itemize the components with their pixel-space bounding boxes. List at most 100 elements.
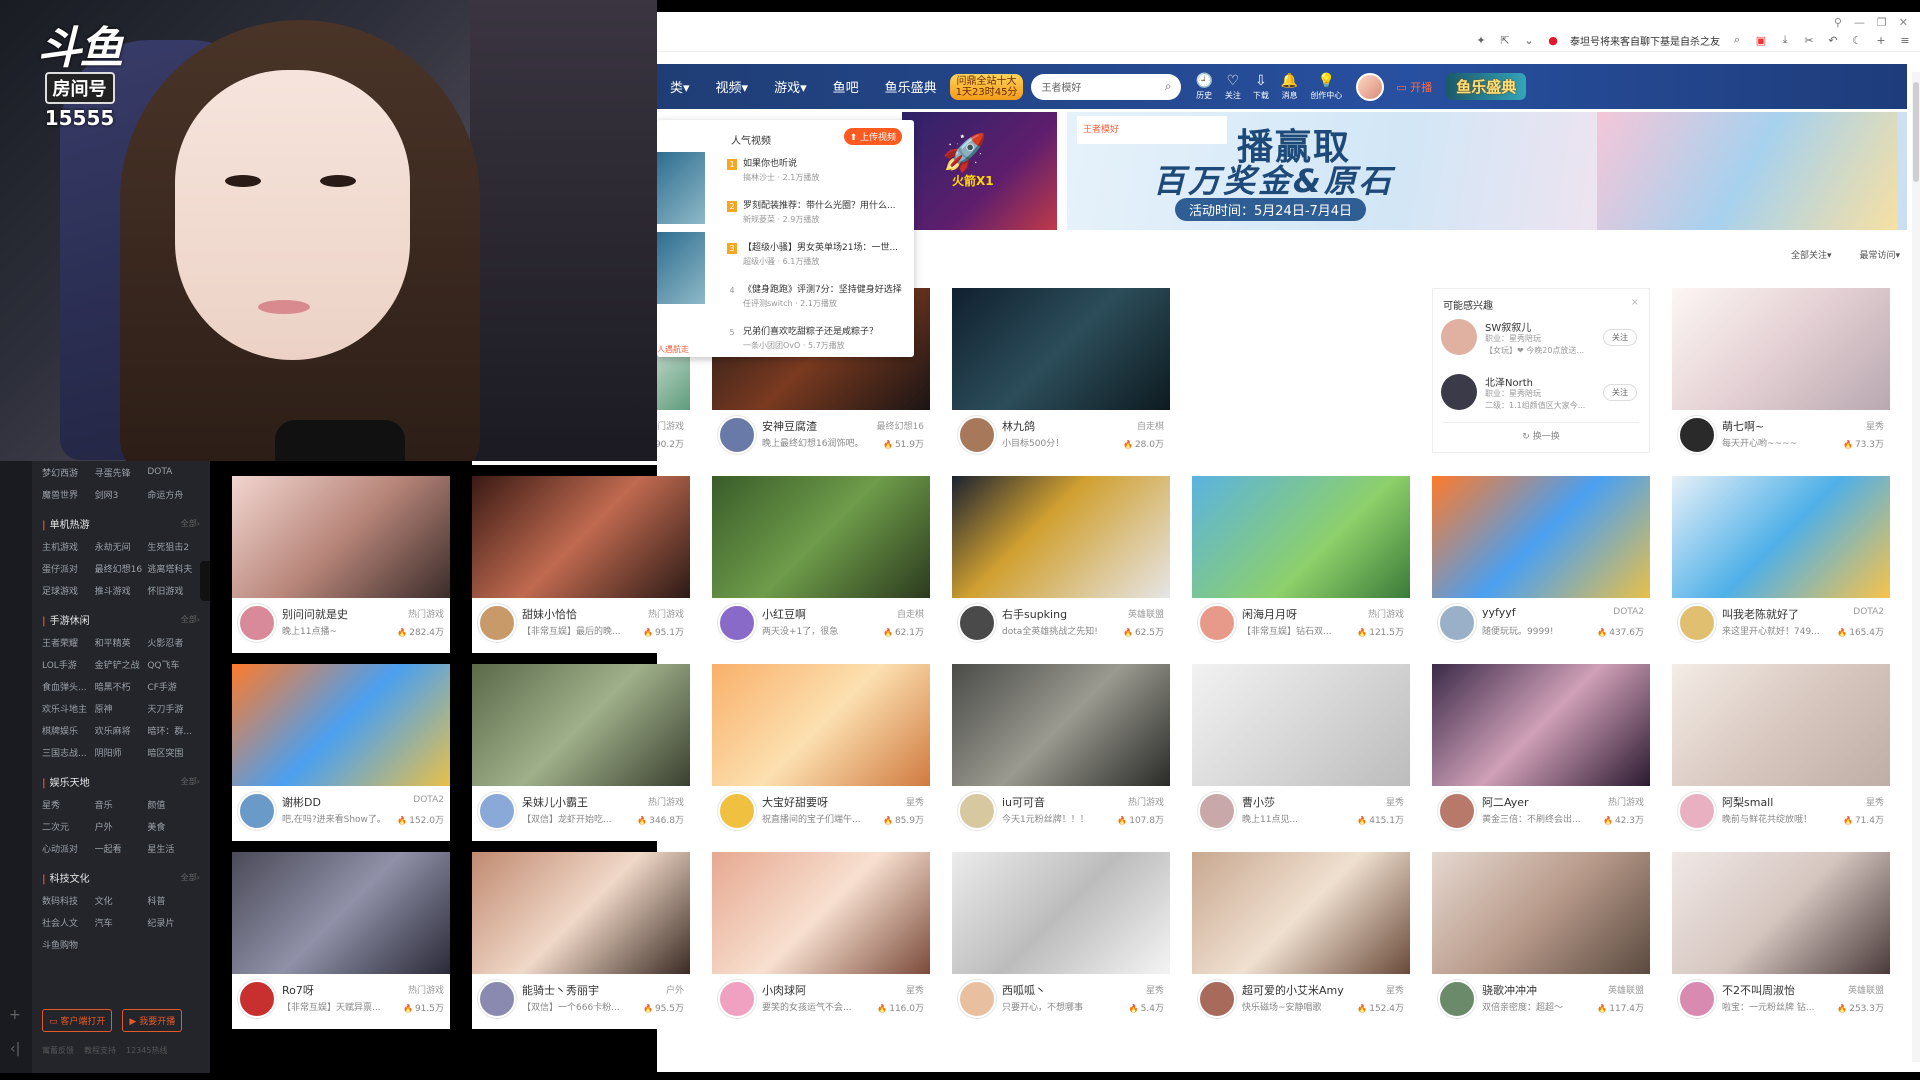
- streamer-avatar[interactable]: [1198, 980, 1236, 1018]
- sidebar-item[interactable]: 科普: [147, 894, 200, 907]
- follow-button[interactable]: 关注: [1603, 384, 1637, 401]
- sidebar-item[interactable]: CF手游: [147, 680, 200, 693]
- stream-category[interactable]: 热门游戏: [1368, 607, 1404, 620]
- search-icon[interactable]: ⌕: [1165, 79, 1172, 94]
- live-room-card[interactable]: 叫我老陈就好了 DOTA2 来这里开心就好！749... 165.4万: [1672, 476, 1890, 653]
- plus-icon[interactable]: +: [9, 1007, 21, 1023]
- user-avatar[interactable]: [1356, 72, 1385, 101]
- sidebar-item[interactable]: 命运方舟: [147, 488, 200, 501]
- sidebar-section-header[interactable]: | 单机热游 全部›: [32, 511, 210, 535]
- stream-thumbnail[interactable]: [472, 852, 690, 974]
- streamer-name[interactable]: 大宝好甜要呀: [762, 794, 828, 810]
- live-room-card[interactable]: Ro7呀 热门游戏【非常互娱】天赋异禀... 91.5万: [232, 852, 450, 1029]
- section-all-link[interactable]: 全部›: [181, 872, 200, 883]
- live-room-card[interactable]: 曹小莎 星秀晚上11点见... 415.1万: [1192, 664, 1410, 841]
- extension-red-icon[interactable]: ▣: [1754, 34, 1768, 47]
- sidebar-item[interactable]: 阴阳师: [95, 746, 148, 759]
- stream-thumbnail[interactable]: [1432, 476, 1650, 598]
- stream-thumbnail[interactable]: [232, 852, 450, 974]
- thumbnail[interactable]: [657, 152, 705, 224]
- streamer-name[interactable]: 别问问就是史: [282, 606, 348, 622]
- sidebar-item[interactable]: 斗鱼购物: [42, 938, 95, 951]
- sidebar-item[interactable]: LOL手游: [42, 658, 95, 671]
- stream-thumbnail[interactable]: [1192, 664, 1410, 786]
- nav-category[interactable]: 类▾: [657, 77, 703, 96]
- go-live-button[interactable]: ▭ 开播: [1396, 79, 1432, 95]
- sidebar-item[interactable]: 三国志战...: [42, 746, 95, 759]
- list-item[interactable]: 3 【超级小骚】男女英单场21场：一世... 超级小骚 · 6.1万播放: [727, 242, 907, 284]
- sidebar-item[interactable]: 星秀: [42, 798, 95, 811]
- live-room-card[interactable]: 能骑士丶秀丽宇 户外【双信】一个666卡粉... 95.5万: [472, 852, 690, 1029]
- recommend-avatar[interactable]: [1441, 319, 1477, 355]
- sidebar-item[interactable]: 心动派对: [42, 842, 95, 855]
- search-suggestion[interactable]: 王者模好: [1077, 116, 1227, 144]
- sidebar-item[interactable]: 暗区突围: [147, 746, 200, 759]
- streamer-name[interactable]: 小红豆啊: [762, 606, 806, 622]
- list-item[interactable]: 4 《健身跑跑》评测7分：坚持健身好选择 任评测switch · 2.1万播放: [727, 284, 907, 326]
- sidebar-item[interactable]: 火影忍者: [147, 636, 200, 649]
- streamer-name[interactable]: 能骑士丶秀丽宇: [522, 982, 599, 998]
- streamer-avatar[interactable]: [478, 604, 516, 642]
- thumbnail[interactable]: [657, 232, 705, 304]
- streamer-name[interactable]: 不2不叫周淑怡: [1722, 982, 1795, 998]
- scroll-thumb[interactable]: [1913, 82, 1919, 182]
- stream-category[interactable]: 热门游戏: [648, 607, 684, 620]
- streamer-avatar[interactable]: [718, 792, 756, 830]
- message-button[interactable]: 🔔 消息: [1281, 73, 1298, 101]
- streamer-avatar[interactable]: [1678, 604, 1716, 642]
- streamer-name[interactable]: 林九鸽: [1002, 418, 1035, 434]
- stream-category[interactable]: 热门游戏: [1608, 795, 1644, 808]
- sidebar-item[interactable]: 棋牌娱乐: [42, 724, 95, 737]
- live-room-card[interactable]: 大宝好甜要呀 星秀祝直播间的宝子们端午... 85.9万: [712, 664, 930, 841]
- stream-category[interactable]: DOTA2: [413, 795, 444, 805]
- stream-category[interactable]: 户外: [666, 983, 684, 996]
- sidebar-item[interactable]: 蛋仔派对: [42, 562, 95, 575]
- promo-game-card[interactable]: 🚀 火箭X1: [902, 112, 1057, 230]
- stream-thumbnail[interactable]: [1432, 664, 1650, 786]
- sidebar-item[interactable]: 一起看: [95, 842, 148, 855]
- stream-category[interactable]: 英雄联盟: [1608, 983, 1644, 996]
- streamer-avatar[interactable]: [958, 604, 996, 642]
- streamer-avatar[interactable]: [1678, 980, 1716, 1018]
- sidebar-item[interactable]: 王者荣耀: [42, 636, 95, 649]
- sidebar-item[interactable]: 逃离塔科夫: [147, 562, 200, 575]
- stream-thumbnail[interactable]: [952, 476, 1170, 598]
- stream-thumbnail[interactable]: [1432, 852, 1650, 974]
- download-icon[interactable]: ⤓: [1778, 33, 1792, 47]
- stream-thumbnail[interactable]: [952, 288, 1170, 410]
- live-room-card[interactable]: 闲海月月呀 热门游戏【非常互娱】钻石双... 121.5万: [1192, 476, 1410, 653]
- live-room-card[interactable]: 萌七啊~ 星秀每天开心哟~~~~ 73.3万: [1672, 288, 1890, 465]
- section-all-link[interactable]: 全部›: [181, 776, 200, 787]
- streamer-name[interactable]: yyfyyf: [1482, 606, 1516, 619]
- stream-thumbnail[interactable]: [952, 852, 1170, 974]
- recommend-avatar[interactable]: [1441, 374, 1477, 410]
- sidebar-item[interactable]: 足球游戏: [42, 584, 95, 597]
- page-scrollbar[interactable]: [1912, 72, 1920, 1062]
- streamer-avatar[interactable]: [1438, 604, 1476, 642]
- live-room-card[interactable]: 阿梨small 星秀晚前与鲜花共绽放哦！ 71.4万: [1672, 664, 1890, 841]
- streamer-name[interactable]: 安神豆腐渣: [762, 418, 817, 434]
- stream-category[interactable]: 自走棋: [897, 607, 924, 620]
- stream-category[interactable]: 星秀: [1386, 983, 1404, 996]
- footer-link[interactable]: 教程支持: [84, 1045, 116, 1056]
- sidebar-item[interactable]: 汽车: [95, 916, 148, 929]
- streamer-name[interactable]: 西呱呱丶: [1002, 982, 1046, 998]
- streamer-avatar[interactable]: [718, 980, 756, 1018]
- sidebar-item[interactable]: 生死狙击2: [147, 540, 200, 553]
- festival-logo[interactable]: 鱼乐盛典: [1446, 73, 1527, 100]
- streamer-avatar[interactable]: [238, 792, 276, 830]
- sidebar-item[interactable]: 二次元: [42, 820, 95, 833]
- streamer-avatar[interactable]: [958, 416, 996, 454]
- stream-thumbnail[interactable]: [712, 852, 930, 974]
- stream-category[interactable]: 星秀: [906, 983, 924, 996]
- list-item[interactable]: 1 如果你也听说 搞林沙士 · 2.1万播放: [727, 158, 907, 200]
- streamer-name[interactable]: 阿二Ayer: [1482, 794, 1529, 810]
- streamer-avatar[interactable]: [1678, 792, 1716, 830]
- footer-link[interactable]: 寓蓄反馈: [42, 1045, 74, 1056]
- download-button[interactable]: ⇩ 下载: [1253, 73, 1269, 101]
- share-icon[interactable]: ⇱: [1498, 34, 1512, 47]
- hot-search-tip[interactable]: 泰坦号将来客自聊下基是自杀之友: [1570, 33, 1720, 48]
- sidebar-item[interactable]: 天刀手游: [147, 702, 200, 715]
- recommend-user[interactable]: 北泽North 职业：星秀陪玩 二级：1.1组颜值区大家今... 关注: [1441, 374, 1641, 424]
- start-stream-button[interactable]: ▶ 我要开播: [122, 1009, 183, 1032]
